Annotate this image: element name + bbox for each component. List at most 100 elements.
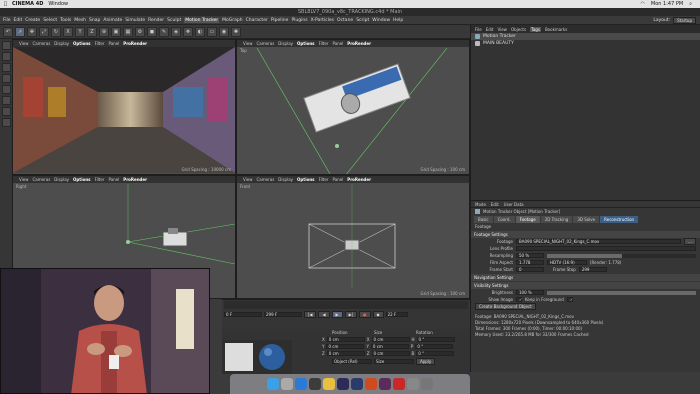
keyframe-icon[interactable]: ◆ (372, 311, 384, 318)
vp-menu-panel[interactable]: Panel (332, 41, 343, 46)
om-menu-view[interactable]: View (497, 27, 507, 32)
fps-field[interactable]: 22 F (385, 312, 408, 317)
position-y-field[interactable]: 0 cm (326, 344, 365, 349)
viewport-top[interactable]: View Cameras Display Options Filter Panel ProR… (236, 39, 470, 175)
vp-menu-cameras[interactable]: Cameras (33, 177, 51, 182)
menu-octane[interactable]: Octane (337, 18, 353, 23)
size-z-field[interactable]: 0 cm (371, 351, 410, 356)
vp-menu-prorender[interactable]: ProRender (347, 41, 371, 46)
menu-render[interactable]: Render (148, 18, 164, 23)
vp-menu-display[interactable]: Display (54, 177, 69, 182)
y-axis-icon[interactable]: Y (75, 26, 85, 37)
show-image-checkbox[interactable]: ✓ (516, 297, 522, 302)
apply-button[interactable]: Apply (416, 358, 436, 365)
om-menu-file[interactable]: File (475, 27, 482, 32)
edges-mode-icon[interactable] (1, 74, 11, 83)
material-preview[interactable] (222, 340, 292, 374)
section-navigation-settings[interactable]: Navigation Settings (471, 274, 700, 281)
viewport-perspective[interactable]: View Cameras Display Options Filter Panel ProR… (12, 39, 236, 175)
vp-menu-prorender[interactable]: ProRender (123, 177, 147, 182)
tab-reconstruction[interactable]: Reconstruction (600, 216, 639, 223)
keep-foreground-checkbox[interactable]: ✓ (566, 297, 573, 302)
tab-2d-tracking[interactable]: 2D Tracking (540, 216, 573, 223)
tab-coord[interactable]: Coord. (493, 216, 515, 223)
film-aspect-select[interactable]: HDTV (16:9) (547, 260, 587, 265)
menu-motion-tracker[interactable]: Motion Tracker (184, 17, 220, 23)
render-view-icon[interactable]: ▣ (111, 26, 121, 37)
safari-icon[interactable] (295, 378, 307, 390)
vp-menu-panel[interactable]: Panel (108, 177, 119, 182)
tab-3d-solve[interactable]: 3D Solve (573, 216, 600, 223)
vp-menu-filter[interactable]: Filter (319, 41, 329, 46)
search-icon[interactable]: ⌕ (689, 1, 692, 7)
vp-menu-cameras[interactable]: Cameras (33, 41, 51, 46)
launchpad-icon[interactable] (281, 378, 293, 390)
footage-path-field[interactable]: BA090 SPECIAL_NIGHT_02_Kings_C.mov (516, 239, 681, 244)
mac-menu-window[interactable]: Window (48, 1, 68, 7)
attr-menu-user-data[interactable]: User Data (504, 202, 524, 207)
menu-snap[interactable]: Snap (89, 18, 100, 23)
menu-script[interactable]: Script (356, 18, 369, 23)
workplane-icon[interactable] (1, 118, 11, 127)
goto-start-icon[interactable]: |◀ (304, 311, 317, 318)
menu-tools[interactable]: Tools (60, 18, 71, 23)
clock[interactable]: Mon 1:47 PM (651, 1, 683, 7)
vp-menu-panel[interactable]: Panel (332, 177, 343, 182)
position-z-field[interactable]: 0 cm (326, 351, 365, 356)
tab-footage[interactable]: Footage (515, 216, 540, 223)
vp-menu-display[interactable]: Display (278, 41, 293, 46)
photoshop-icon[interactable] (351, 378, 363, 390)
menu-edit[interactable]: Edit (14, 18, 23, 23)
step-back-icon[interactable]: ◀ (318, 311, 330, 318)
position-x-field[interactable]: 0 cm (326, 337, 365, 342)
world-coords-icon[interactable]: ⊕ (99, 26, 109, 37)
polygons-mode-icon[interactable] (1, 85, 11, 94)
menu-simulate[interactable]: Simulate (125, 18, 145, 23)
object-row-motion-tracker[interactable]: Motion Tracker (471, 33, 700, 40)
menu-character[interactable]: Character (246, 18, 268, 23)
texture-mode-icon[interactable] (1, 52, 11, 61)
brightness-slider[interactable] (547, 290, 696, 295)
trash-icon[interactable] (421, 378, 433, 390)
attr-menu-mode[interactable]: Mode (475, 202, 486, 207)
om-menu-tags[interactable]: Tags (530, 26, 541, 32)
object-mode-select[interactable]: Object (Rel) (332, 359, 372, 364)
camera-icon[interactable]: ◉ (219, 26, 229, 37)
record-icon[interactable]: ● (359, 311, 371, 318)
menu-animate[interactable]: Animate (103, 18, 122, 23)
menu-pipeline[interactable]: Pipeline (271, 18, 289, 23)
acrobat-icon[interactable] (393, 378, 405, 390)
apple-icon[interactable]:  (4, 1, 7, 7)
cinema4d-icon[interactable] (309, 378, 321, 390)
menu-x-particles[interactable]: X-Particles (311, 18, 334, 23)
lens-profile-field[interactable] (516, 246, 696, 251)
play-icon[interactable]: ▶ (331, 311, 343, 318)
frame-start-field[interactable]: 0 (516, 267, 544, 272)
menu-window[interactable]: Window (372, 18, 390, 23)
vp-menu-view[interactable]: View (19, 41, 29, 46)
render-settings-icon[interactable]: ⚙ (135, 26, 145, 37)
vp-menu-options[interactable]: Options (73, 177, 91, 182)
film-aspect-field[interactable]: 1.778 (516, 260, 544, 265)
frame-stop-field[interactable]: 299 (578, 267, 607, 272)
viewport-front[interactable]: View Cameras Display Options Filter Panel ProR… (236, 175, 470, 299)
size-mode-select[interactable]: Size (374, 359, 414, 364)
vp-menu-view[interactable]: View (19, 177, 29, 182)
points-mode-icon[interactable] (1, 63, 11, 72)
floor-icon[interactable]: ▭ (207, 26, 217, 37)
vp-menu-view[interactable]: View (243, 41, 253, 46)
scale-icon[interactable]: ⤢ (39, 26, 49, 37)
tab-basic[interactable]: Basic (474, 216, 493, 223)
rotation-p-field[interactable]: 0 ° (415, 344, 454, 349)
subdivision-icon[interactable]: ◈ (171, 26, 181, 37)
vp-menu-filter[interactable]: Filter (95, 177, 105, 182)
size-y-field[interactable]: 0 cm (370, 344, 409, 349)
layout-select[interactable]: Startup (673, 16, 696, 24)
om-menu-edit[interactable]: Edit (486, 27, 494, 32)
size-x-field[interactable]: 0 cm (371, 337, 410, 342)
section-footage-settings[interactable]: Footage Settings (471, 231, 700, 238)
model-mode-icon[interactable] (1, 41, 11, 50)
menu-mesh[interactable]: Mesh (74, 18, 86, 23)
premiere-icon[interactable] (379, 378, 391, 390)
menu-file[interactable]: File (3, 18, 11, 23)
